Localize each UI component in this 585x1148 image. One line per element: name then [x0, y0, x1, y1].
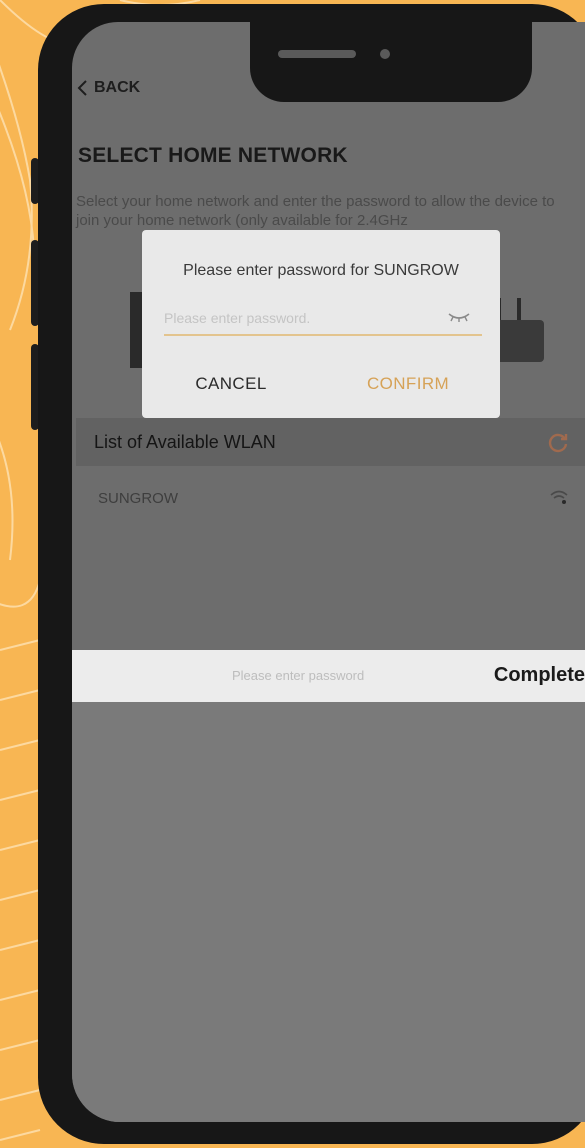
phone-notch	[250, 22, 532, 102]
complete-button[interactable]: Complete	[494, 664, 585, 687]
wlan-ssid: SUNGROW	[98, 489, 178, 507]
wifi-icon	[550, 490, 568, 504]
dialog-title: Please enter password for SUNGROW	[183, 262, 459, 279]
password-input[interactable]	[164, 306, 434, 330]
back-button[interactable]: BACK	[76, 79, 140, 97]
keyboard-area	[72, 702, 585, 1122]
front-camera	[380, 49, 390, 59]
wlan-list-item[interactable]: SUNGROW	[76, 470, 585, 526]
wlan-list-header: List of Available WLAN	[76, 418, 585, 466]
chevron-left-icon	[77, 80, 87, 96]
phone-screen: BACK SELECT HOME NETWORK Select your hom…	[72, 22, 585, 1122]
cancel-button[interactable]: CANCEL	[166, 374, 296, 394]
router-antenna	[517, 298, 521, 322]
input-underline	[164, 334, 482, 336]
keyboard-accessory-bar: Please enter password Complete	[72, 650, 585, 702]
page-title: SELECT HOME NETWORK	[78, 144, 348, 167]
wlan-list-title: List of Available WLAN	[94, 431, 276, 452]
confirm-button[interactable]: CONFIRM	[338, 374, 478, 394]
eye-closed-icon[interactable]	[448, 312, 470, 322]
refresh-icon[interactable]	[547, 431, 569, 453]
speaker-grille	[278, 50, 356, 58]
password-dialog: Please enter password for SUNGROW CANCEL…	[142, 230, 500, 418]
page-description: Select your home network and enter the p…	[76, 193, 555, 229]
back-label: BACK	[94, 79, 141, 96]
keyboard-bar-placeholder: Please enter password	[232, 668, 365, 683]
